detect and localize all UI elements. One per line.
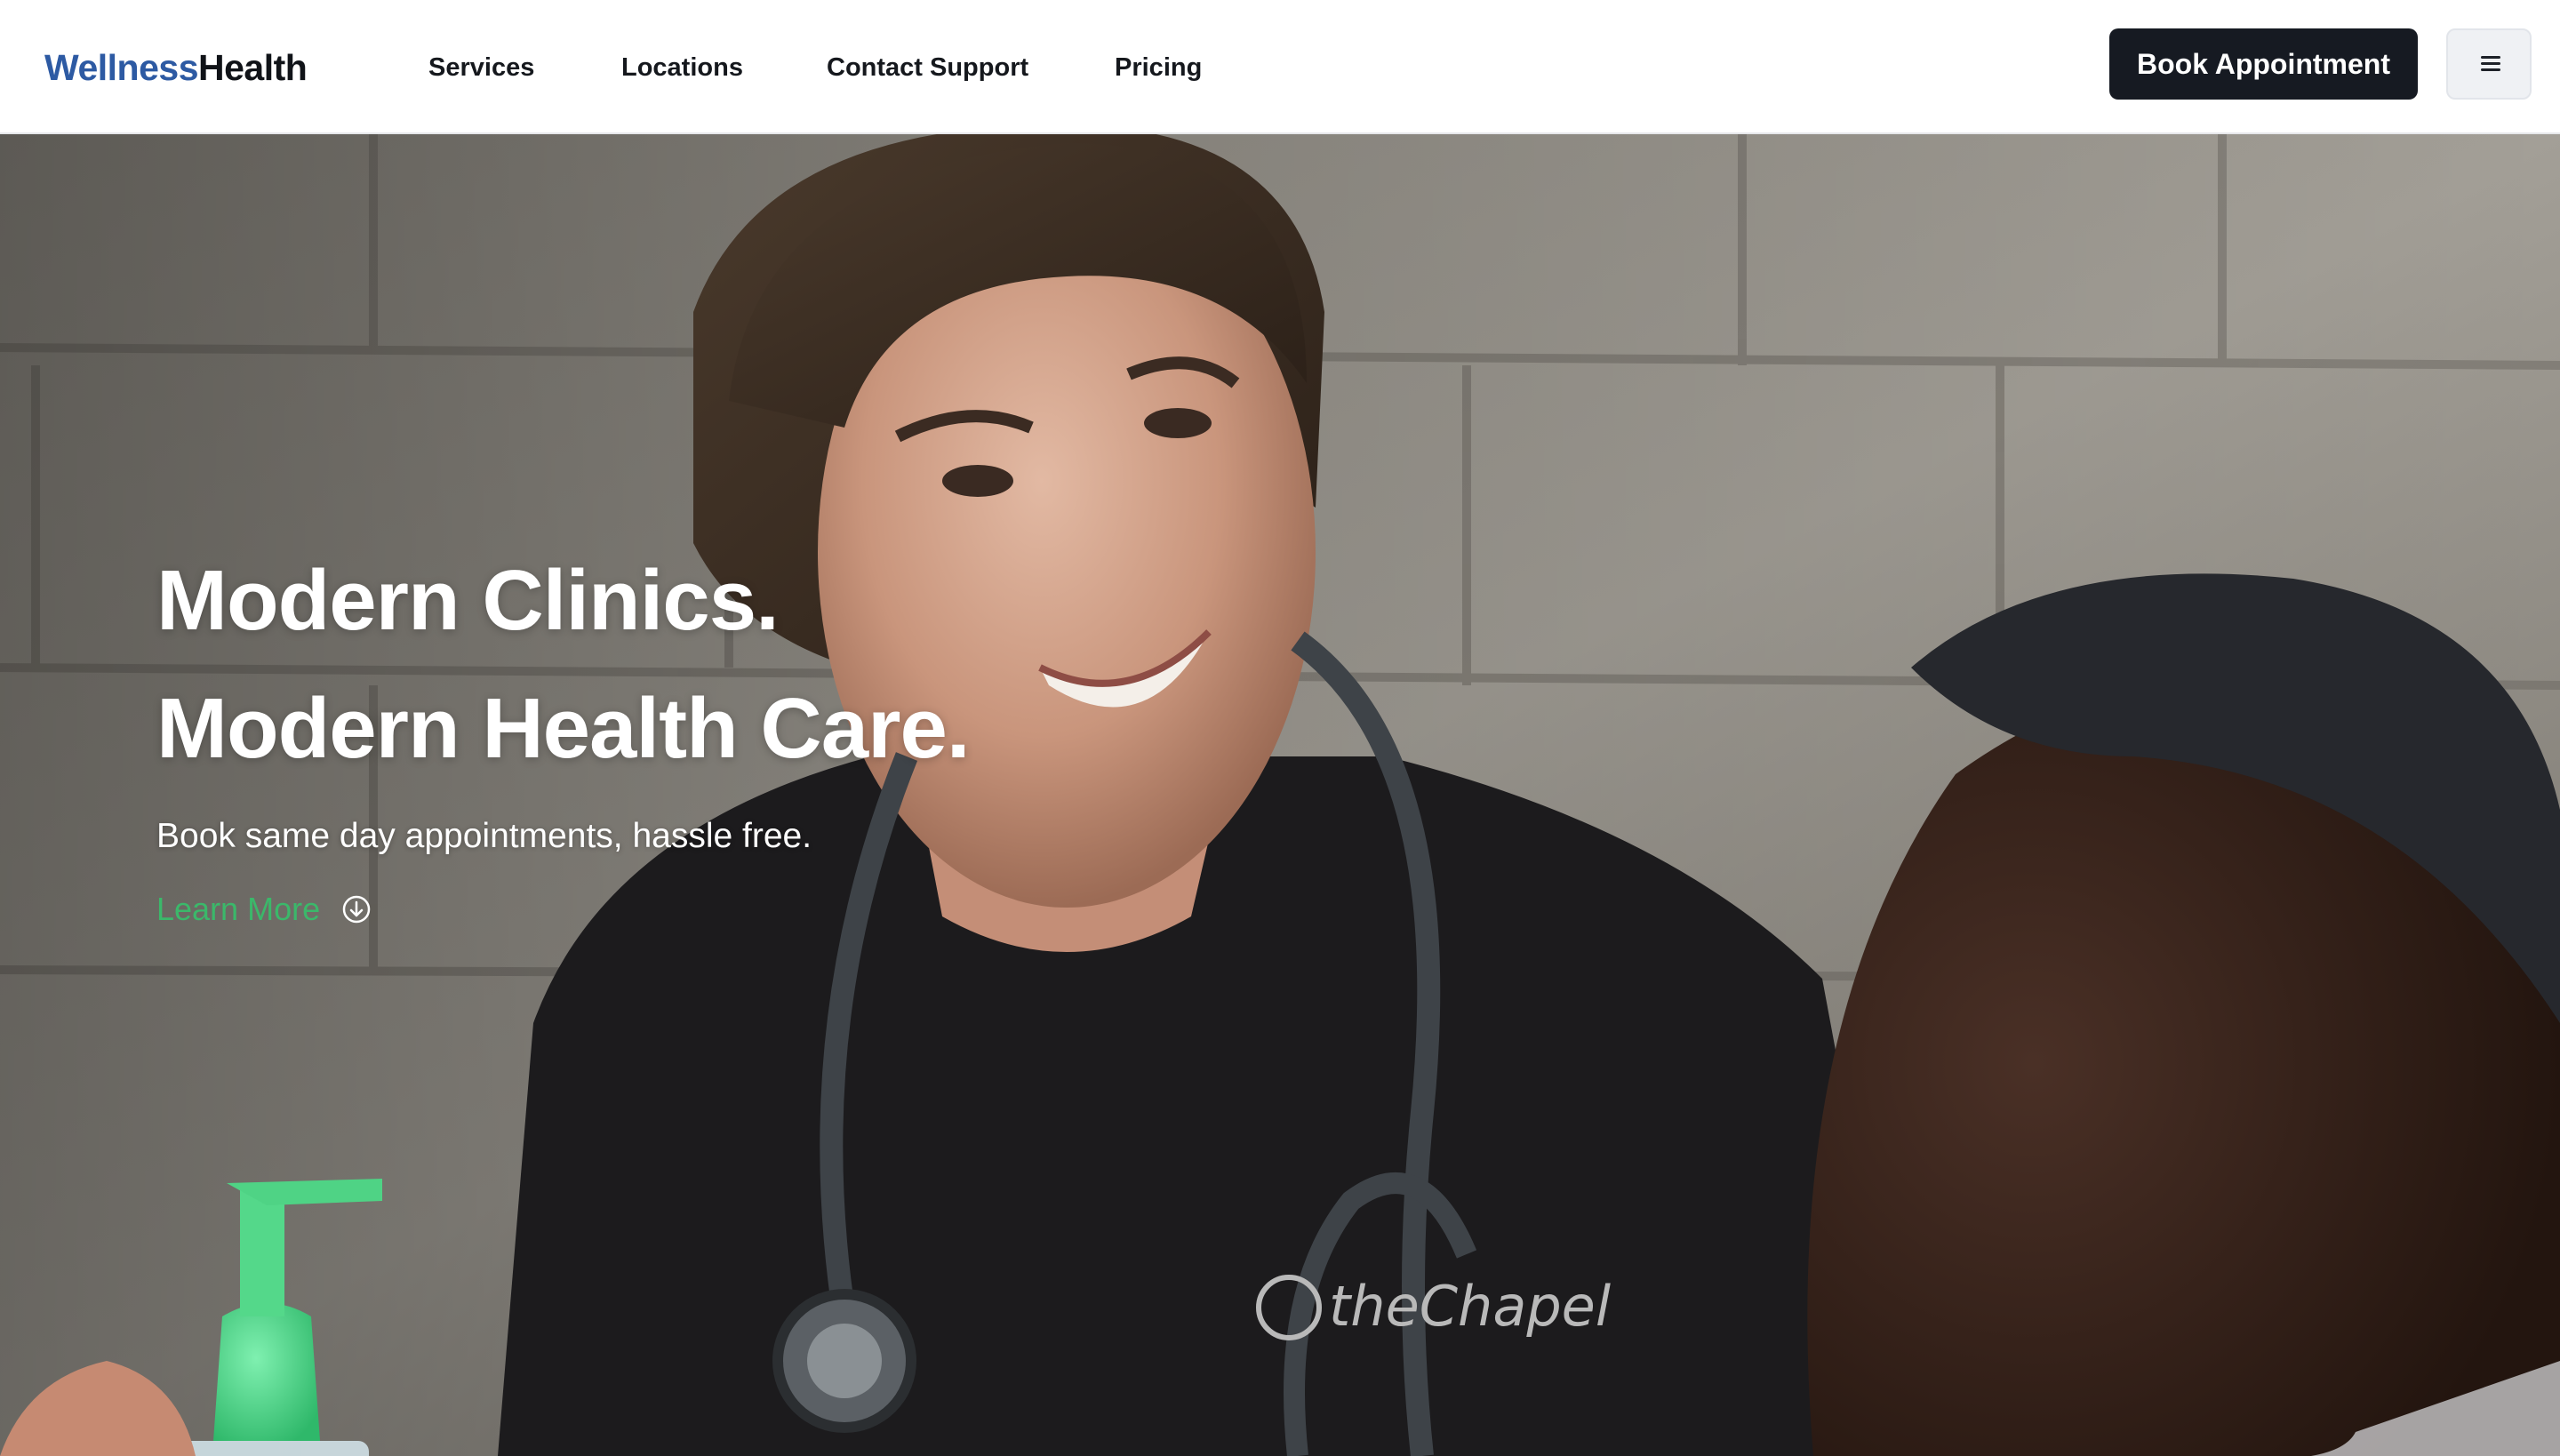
- learn-more-label: Learn More: [156, 891, 321, 927]
- hero-subheadline: Book same day appointments, hassle free.: [156, 817, 812, 855]
- hero-section: theChapel Modern Clinics. Modern Health …: [0, 134, 2560, 1456]
- nav-link-locations[interactable]: Locations: [621, 50, 743, 85]
- nav-link-services[interactable]: Services: [428, 50, 534, 85]
- shirt-logo-text: theChapel: [1329, 1274, 1611, 1339]
- menu-button[interactable]: [2446, 28, 2532, 100]
- arrow-down-circle-icon: [342, 895, 371, 924]
- learn-more-link[interactable]: Learn More: [156, 887, 372, 932]
- book-appointment-button[interactable]: Book Appointment: [2109, 28, 2418, 100]
- nav-link-contact-support[interactable]: Contact Support: [827, 50, 1028, 85]
- brand-logo-part1: Wellness: [44, 47, 199, 88]
- hero-background-photo: theChapel: [0, 134, 2560, 1456]
- brand-logo[interactable]: WellnessHealth: [44, 44, 308, 91]
- hamburger-menu-icon: [2481, 56, 2500, 72]
- site-header: WellnessHealth Services Locations Contac…: [0, 0, 2560, 134]
- hero-headline-line2: Modern Health Care.: [156, 681, 971, 776]
- brand-logo-part2: Health: [198, 47, 308, 88]
- hero-headline-line1: Modern Clinics.: [156, 553, 780, 648]
- nav-link-pricing[interactable]: Pricing: [1115, 50, 1202, 85]
